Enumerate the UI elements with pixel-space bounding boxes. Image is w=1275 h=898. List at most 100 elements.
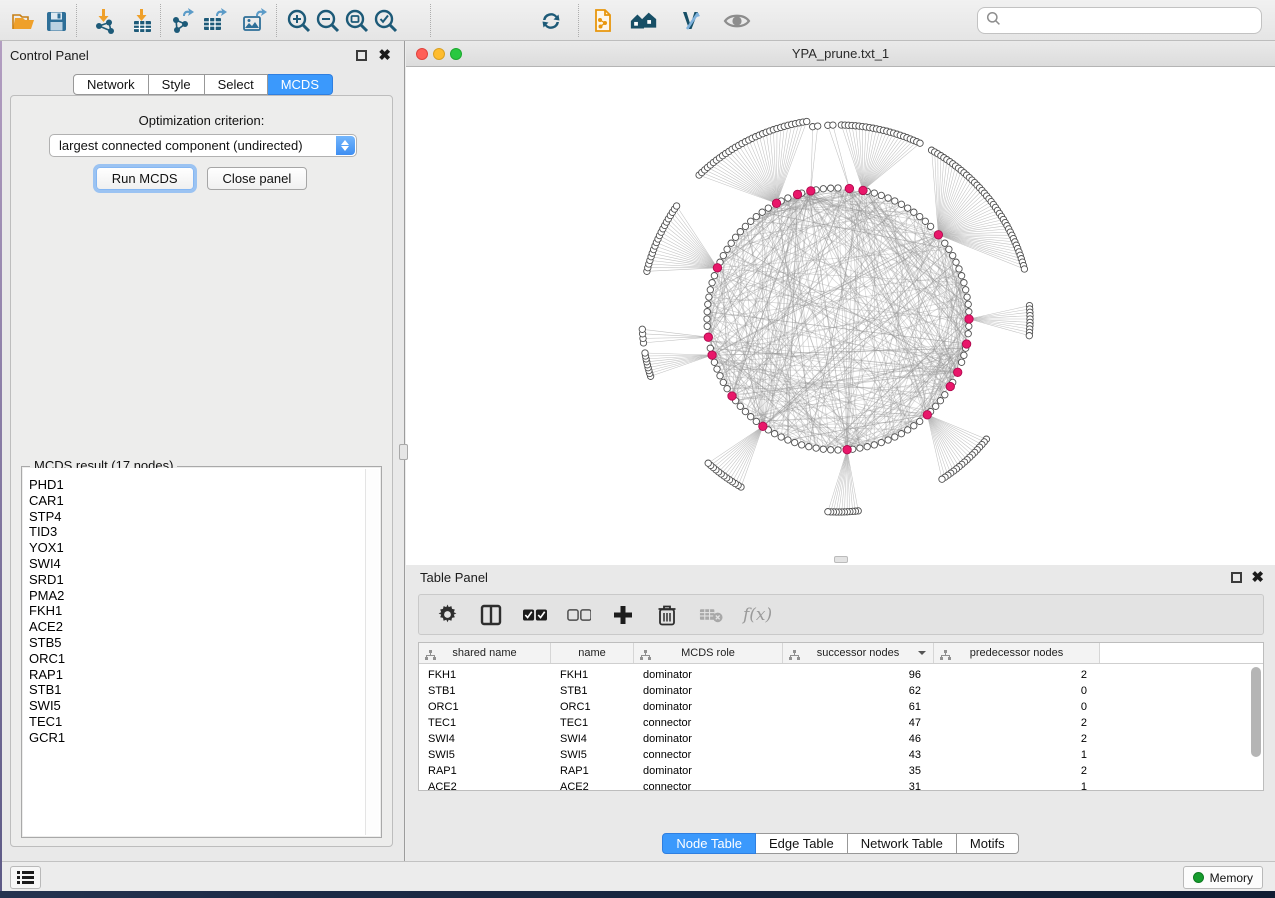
table-panel: Table Panel ✖ f(x) bbox=[406, 565, 1275, 861]
export-table-icon[interactable] bbox=[200, 6, 230, 36]
tab-mcds[interactable]: MCDS bbox=[268, 74, 333, 95]
memory-button[interactable]: Memory bbox=[1183, 866, 1263, 889]
table-row[interactable]: SWI5 SWI5 connector 43 1 bbox=[419, 747, 1263, 763]
zoom-in-icon[interactable] bbox=[284, 6, 314, 36]
deselect-all-icon[interactable] bbox=[567, 603, 591, 627]
mcds-result-item[interactable]: YOX1 bbox=[23, 540, 380, 556]
cell-successor-nodes: 96 bbox=[783, 667, 934, 683]
mcds-result-group: MCDS result (17 nodes) PHD1 CAR1 STP4 TI… bbox=[21, 466, 382, 838]
cell-shared-name: TEC1 bbox=[419, 715, 551, 731]
tab-motifs[interactable]: Motifs bbox=[957, 833, 1019, 854]
export-image-icon[interactable] bbox=[240, 6, 270, 36]
export-network-icon[interactable] bbox=[168, 6, 198, 36]
column-header-mcds-role[interactable]: MCDS role bbox=[634, 643, 783, 663]
column-header-successor-nodes[interactable]: successor nodes bbox=[783, 643, 934, 663]
table-row[interactable]: RAP1 RAP1 dominator 35 2 bbox=[419, 763, 1263, 779]
criterion-value: largest connected component (undirected) bbox=[59, 138, 303, 153]
cell-mcds-role: connector bbox=[634, 779, 783, 791]
column-header-predecessor-nodes[interactable]: predecessor nodes bbox=[934, 643, 1100, 663]
mcds-result-item[interactable]: STB5 bbox=[23, 635, 380, 651]
network-document-icon[interactable] bbox=[588, 6, 618, 36]
zoom-selected-icon[interactable] bbox=[371, 6, 401, 36]
search-input[interactable] bbox=[1006, 11, 1261, 31]
visibility-eye-icon[interactable] bbox=[722, 6, 752, 36]
import-network-icon[interactable] bbox=[90, 6, 120, 36]
cell-mcds-role: dominator bbox=[634, 699, 783, 715]
mcds-buttons: Run MCDS Close panel bbox=[11, 167, 392, 190]
function-builder-icon[interactable]: f(x) bbox=[743, 605, 772, 625]
mcds-result-item[interactable]: TID3 bbox=[23, 524, 380, 540]
control-panel-title: Control Panel bbox=[10, 48, 89, 63]
settings-gear-icon[interactable] bbox=[435, 603, 459, 627]
mcds-result-item[interactable]: FKH1 bbox=[23, 603, 380, 619]
criterion-dropdown[interactable]: largest connected component (undirected) bbox=[49, 134, 357, 157]
float-panel-icon[interactable] bbox=[356, 50, 367, 61]
table-row[interactable]: FKH1 FKH1 dominator 96 2 bbox=[419, 667, 1263, 683]
float-table-panel-icon[interactable] bbox=[1231, 572, 1242, 583]
mcds-result-item[interactable]: PHD1 bbox=[23, 477, 380, 493]
search-field[interactable] bbox=[977, 7, 1262, 34]
network-window-titlebar[interactable]: YPA_prune.txt_1 bbox=[406, 41, 1275, 67]
table-row[interactable]: SWI4 SWI4 dominator 46 2 bbox=[419, 731, 1263, 747]
mcds-list-scrollbar[interactable] bbox=[365, 469, 379, 835]
delete-column-trash-icon[interactable] bbox=[655, 603, 679, 627]
tab-select[interactable]: Select bbox=[205, 74, 268, 95]
ndex-houses-icon[interactable] bbox=[629, 6, 659, 36]
cell-predecessor-nodes: 2 bbox=[934, 715, 1100, 731]
mcds-result-item[interactable]: GCR1 bbox=[23, 730, 380, 746]
column-header-shared-name[interactable]: shared name bbox=[419, 643, 551, 663]
table-row[interactable]: STB1 STB1 dominator 62 0 bbox=[419, 683, 1263, 699]
delete-table-icon[interactable] bbox=[699, 603, 723, 627]
close-table-panel-icon[interactable]: ✖ bbox=[1251, 572, 1264, 583]
column-menu-chevron-icon[interactable] bbox=[918, 651, 926, 655]
mcds-result-item[interactable]: SRD1 bbox=[23, 572, 380, 588]
save-session-icon[interactable] bbox=[41, 6, 71, 36]
import-table-icon[interactable] bbox=[127, 6, 157, 36]
task-history-button[interactable] bbox=[10, 866, 41, 889]
mcds-result-list: PHD1 CAR1 STP4 TID3 YOX1 SWI4 SRD1 PMA2 bbox=[23, 468, 380, 836]
graphics-details-toggle-icon[interactable] bbox=[676, 6, 706, 36]
zoom-fit-icon[interactable] bbox=[342, 6, 372, 36]
network-graph[interactable] bbox=[406, 67, 1275, 565]
panel-divider-handle[interactable] bbox=[399, 444, 408, 460]
mcds-result-item[interactable]: SWI5 bbox=[23, 698, 380, 714]
tab-network[interactable]: Network bbox=[73, 74, 149, 95]
mcds-result-item[interactable]: RAP1 bbox=[23, 667, 380, 683]
mcds-result-item[interactable]: SWI4 bbox=[23, 556, 380, 572]
cell-successor-nodes: 62 bbox=[783, 683, 934, 699]
table-scrollbar-thumb[interactable] bbox=[1251, 667, 1261, 757]
network-canvas[interactable] bbox=[406, 67, 1275, 565]
mcds-result-item[interactable]: ACE2 bbox=[23, 619, 380, 635]
cell-mcds-role: dominator bbox=[634, 683, 783, 699]
open-file-icon[interactable] bbox=[8, 6, 38, 36]
cell-shared-name: FKH1 bbox=[419, 667, 551, 683]
window-resize-handle[interactable] bbox=[834, 556, 848, 563]
refresh-icon[interactable] bbox=[536, 6, 566, 36]
mcds-result-item[interactable]: TEC1 bbox=[23, 714, 380, 730]
run-mcds-button[interactable]: Run MCDS bbox=[96, 167, 194, 190]
control-panel: Control Panel ✖ Network Style Select MCD… bbox=[2, 41, 405, 861]
add-column-icon[interactable] bbox=[611, 603, 635, 627]
table-row[interactable]: TEC1 TEC1 connector 47 2 bbox=[419, 715, 1263, 731]
tab-node-table[interactable]: Node Table bbox=[662, 833, 756, 854]
toggle-columns-icon[interactable] bbox=[479, 603, 503, 627]
select-all-icon[interactable] bbox=[523, 603, 547, 627]
zoom-out-icon[interactable] bbox=[313, 6, 343, 36]
tab-edge-table[interactable]: Edge Table bbox=[756, 833, 848, 854]
cell-successor-nodes: 43 bbox=[783, 747, 934, 763]
tab-network-table[interactable]: Network Table bbox=[848, 833, 957, 854]
cell-mcds-role: dominator bbox=[634, 763, 783, 779]
mcds-result-item[interactable]: ORC1 bbox=[23, 651, 380, 667]
table-row[interactable]: ACE2 ACE2 connector 31 1 bbox=[419, 779, 1263, 791]
table-row[interactable]: ORC1 ORC1 dominator 61 0 bbox=[419, 699, 1263, 715]
mcds-result-item[interactable]: STB1 bbox=[23, 682, 380, 698]
close-panel-button[interactable]: Close panel bbox=[207, 167, 308, 190]
mcds-result-item[interactable]: PMA2 bbox=[23, 588, 380, 604]
column-header-name[interactable]: name bbox=[551, 643, 634, 663]
tab-style[interactable]: Style bbox=[149, 74, 205, 95]
mcds-result-item[interactable]: CAR1 bbox=[23, 493, 380, 509]
table-header-row: shared name name MCDS role successor nod… bbox=[419, 643, 1263, 664]
list-icon bbox=[17, 871, 34, 884]
close-panel-icon[interactable]: ✖ bbox=[378, 50, 391, 61]
mcds-result-item[interactable]: STP4 bbox=[23, 509, 380, 525]
